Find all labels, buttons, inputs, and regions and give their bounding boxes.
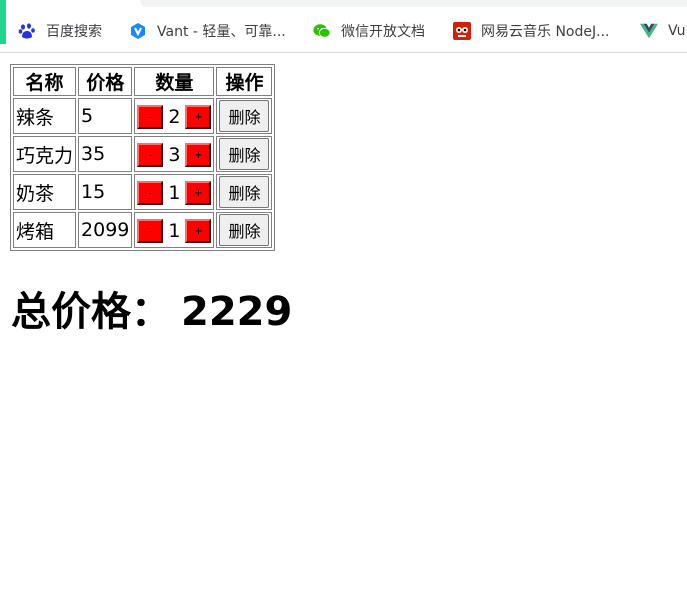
tab-strip-edge <box>140 0 687 7</box>
bookmark-label: Vu <box>668 23 686 39</box>
total-label: 总价格： <box>11 289 171 335</box>
decrement-button[interactable]: - <box>137 218 164 243</box>
bookmark-label: 微信开放文档 <box>341 24 425 40</box>
item-price: 5 <box>78 98 133 134</box>
delete-button[interactable]: 删除 <box>219 138 270 170</box>
item-name: 巧克力 <box>13 136 77 172</box>
page-content: 名称 价格 数量 操作 辣条 5 - 2 + 删除 巧克力 35 - 3 + 删… <box>10 64 292 337</box>
quantity-stepper: - 3 + <box>134 136 215 172</box>
table-row: 奶茶 15 - 1 + 删除 <box>13 174 273 210</box>
bookmarks-bar: 百度搜索 Vant - 轻量、可靠... 微信开放文档 网易云音乐 NodeJ.… <box>0 0 687 53</box>
quantity-stepper: - 1 + <box>134 212 215 248</box>
bookmark-netease[interactable]: 网易云音乐 NodeJ... <box>453 20 609 42</box>
item-name: 辣条 <box>13 98 77 134</box>
item-price: 2099 <box>78 212 133 248</box>
quantity-stepper: - 1 + <box>134 174 215 210</box>
increment-button[interactable]: + <box>185 104 212 129</box>
header-price: 价格 <box>78 67 133 96</box>
bookmark-vue[interactable]: Vu <box>640 20 686 42</box>
decrement-button[interactable]: - <box>137 142 164 167</box>
bookmark-label: 网易云音乐 NodeJ... <box>481 24 610 40</box>
accent-bar <box>0 0 6 44</box>
cart-table: 名称 价格 数量 操作 辣条 5 - 2 + 删除 巧克力 35 - 3 + 删… <box>10 64 276 251</box>
action-cell: 删除 <box>216 174 273 210</box>
header-quantity: 数量 <box>134 67 215 96</box>
netease-icon <box>453 22 471 40</box>
quantity-value: 2 <box>168 105 181 128</box>
item-price: 15 <box>78 174 133 210</box>
baidu-paw-icon <box>18 22 36 40</box>
increment-button[interactable]: + <box>185 142 212 167</box>
quantity-stepper: - 2 + <box>134 98 215 134</box>
table-row: 辣条 5 - 2 + 删除 <box>13 98 273 134</box>
increment-button[interactable]: + <box>185 180 212 205</box>
decrement-button[interactable]: - <box>137 180 164 205</box>
table-row: 烤箱 2099 - 1 + 删除 <box>13 212 273 248</box>
quantity-value: 1 <box>168 219 181 242</box>
item-price: 35 <box>78 136 133 172</box>
total-value: 2229 <box>181 289 293 335</box>
item-name: 奶茶 <box>13 174 77 210</box>
table-header-row: 名称 价格 数量 操作 <box>13 67 273 96</box>
vant-icon <box>129 22 147 40</box>
delete-button[interactable]: 删除 <box>219 100 270 132</box>
action-cell: 删除 <box>216 212 273 248</box>
quantity-value: 1 <box>168 181 181 204</box>
bookmark-vant[interactable]: Vant - 轻量、可靠... <box>129 20 286 42</box>
bookmark-baidu[interactable]: 百度搜索 <box>18 20 102 42</box>
wechat-icon <box>313 22 331 40</box>
item-name: 烤箱 <box>13 212 77 248</box>
delete-button[interactable]: 删除 <box>219 214 270 246</box>
vue-icon <box>640 22 658 40</box>
delete-button[interactable]: 删除 <box>219 176 270 208</box>
header-action: 操作 <box>216 67 273 96</box>
increment-button[interactable]: + <box>185 218 212 243</box>
bookmark-label: Vant - 轻量、可靠... <box>157 24 286 40</box>
total-price: 总价格： 2229 <box>10 279 292 337</box>
table-row: 巧克力 35 - 3 + 删除 <box>13 136 273 172</box>
decrement-button[interactable]: - <box>137 104 164 129</box>
header-name: 名称 <box>13 67 77 96</box>
quantity-value: 3 <box>168 143 181 166</box>
bookmark-wechat[interactable]: 微信开放文档 <box>313 20 425 42</box>
action-cell: 删除 <box>216 136 273 172</box>
bookmark-label: 百度搜索 <box>46 24 102 40</box>
action-cell: 删除 <box>216 98 273 134</box>
